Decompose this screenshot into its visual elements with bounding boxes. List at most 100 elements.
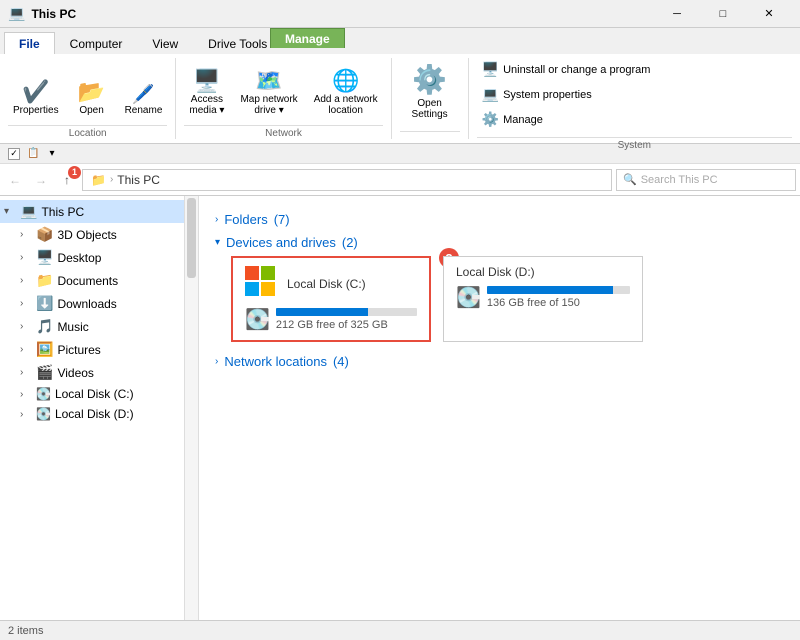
tab-computer[interactable]: Computer [55, 32, 138, 54]
network-group-label: Network [184, 125, 382, 139]
drives-section-header[interactable]: ▾ Devices and drives (2) [215, 235, 784, 250]
open-label: Open [79, 105, 103, 116]
expand-icon-3d: › [20, 229, 32, 240]
ribbon-group-system: 🖥️ Uninstall or change a program 💻 Syste… [469, 58, 800, 139]
properties-label: Properties [13, 105, 59, 116]
drive-c-free: 212 GB free of 325 GB [276, 319, 417, 331]
network-buttons: 🖥️ Accessmedia ▾ 🗺️ Map networkdrive ▾ 🌐… [184, 58, 382, 123]
settings-icon: ⚙️ [412, 63, 447, 96]
drive-d-card[interactable]: Local Disk (D:) 💽 136 GB free of 150 [443, 256, 643, 342]
window-icon: 💻 [8, 5, 25, 22]
tab-manage[interactable]: Manage [270, 28, 345, 48]
sidebar-scrollbar-thumb[interactable] [187, 198, 196, 278]
status-bar: 2 items [0, 620, 800, 640]
open-icon: 📂 [78, 81, 105, 103]
sidebar-label-localc: Local Disk (C:) [55, 387, 180, 401]
drives-count: (2) [342, 235, 358, 250]
properties-icon: ✔️ [22, 81, 49, 103]
manage-button[interactable]: ⚙️ Manage [477, 108, 656, 131]
map-network-button[interactable]: 🗺️ Map networkdrive ▾ [235, 67, 302, 119]
drive-d-inner: Local Disk (D:) [456, 265, 630, 279]
path-thispc: This PC [117, 173, 160, 187]
main-layout: ▾ 💻 This PC › 📦 3D Objects › 🖥️ Desktop … [0, 196, 800, 620]
properties-button[interactable]: ✔️ Properties [8, 78, 64, 119]
search-icon: 🔍 [623, 173, 637, 186]
system-content: 🖥️ Uninstall or change a program 💻 Syste… [477, 58, 656, 135]
drive-d-progress-bg [487, 286, 630, 294]
sidebar: ▾ 💻 This PC › 📦 3D Objects › 🖥️ Desktop … [0, 196, 185, 620]
sidebar-item-localc[interactable]: › 💽 Local Disk (C:) [0, 384, 184, 404]
forward-button[interactable]: → [30, 169, 52, 191]
content-area: › Folders (7) ▾ Devices and drives (2) [199, 196, 800, 620]
minimize-button[interactable]: ─ [654, 4, 700, 24]
address-bar: ← → ↑ 1 📁 › This PC 🔍 Search This PC [0, 164, 800, 196]
folders-chevron: › [215, 214, 218, 225]
3dobjects-icon: 📦 [36, 226, 53, 243]
drive-c-progress-bg [276, 308, 417, 316]
rename-button[interactable]: 🖊️ Rename [120, 82, 168, 119]
tab-view[interactable]: View [137, 32, 193, 54]
tab-file[interactable]: File [4, 32, 55, 54]
window-controls: ─ □ ✕ [654, 4, 792, 24]
tab-drive-tools[interactable]: Drive Tools [193, 32, 282, 54]
open-settings-content: ⚙️ OpenSettings [400, 58, 460, 129]
system-properties-icon: 💻 [482, 86, 499, 103]
open-settings-button[interactable]: ⚙️ OpenSettings [400, 58, 460, 125]
qat-btn-down[interactable]: ▾ [46, 147, 57, 160]
qat-check[interactable]: ✓ [8, 148, 20, 160]
network-count: (4) [333, 354, 349, 369]
system-properties-button[interactable]: 💻 System properties [477, 83, 656, 106]
drive-d-free: 136 GB free of 150 [487, 297, 630, 309]
up-badge: 1 [68, 166, 81, 179]
sidebar-item-thispc[interactable]: ▾ 💻 This PC [0, 200, 184, 223]
back-button[interactable]: ← [4, 169, 26, 191]
sidebar-item-documents[interactable]: › 📁 Documents [0, 269, 184, 292]
expand-icon-videos: › [20, 367, 32, 378]
add-network-button[interactable]: 🌐 Add a networklocation [309, 67, 383, 119]
sidebar-label-thispc: This PC [41, 205, 180, 219]
sidebar-item-pictures[interactable]: › 🖼️ Pictures [0, 338, 184, 361]
path-separator: › [110, 174, 113, 185]
rename-label: Rename [125, 105, 163, 116]
access-media-button[interactable]: 🖥️ Accessmedia ▾ [184, 67, 229, 119]
sidebar-item-locald[interactable]: › 💽 Local Disk (D:) [0, 404, 184, 424]
pictures-icon: 🖼️ [36, 341, 53, 358]
sidebar-item-3dobjects[interactable]: › 📦 3D Objects [0, 223, 184, 246]
map-network-label: Map networkdrive ▾ [240, 94, 297, 116]
ribbon-group-open-settings: ⚙️ OpenSettings [392, 58, 469, 139]
drive-d-name: Local Disk (D:) [456, 265, 535, 279]
drive-c-disk-icon: 💽 [245, 307, 270, 332]
sidebar-scrollbar[interactable] [185, 196, 199, 620]
network-section-header[interactable]: › Network locations (4) [215, 354, 784, 369]
drive-c-inner: Local Disk (C:) [245, 266, 417, 301]
address-path[interactable]: 📁 › This PC [82, 169, 612, 191]
music-icon: 🎵 [36, 318, 53, 335]
close-button[interactable]: ✕ [746, 4, 792, 24]
expand-icon-music: › [20, 321, 32, 332]
ribbon-tabs: File Computer View Drive Tools Manage [0, 28, 800, 54]
sidebar-item-downloads[interactable]: › ⬇️ Downloads [0, 292, 184, 315]
qat-btn-1[interactable]: 📋 [24, 147, 42, 160]
uninstall-button[interactable]: 🖥️ Uninstall or change a program [477, 58, 656, 81]
drive-c-card[interactable]: Local Disk (C:) 💽 212 GB free of 325 GB … [231, 256, 431, 342]
sidebar-item-desktop[interactable]: › 🖥️ Desktop [0, 246, 184, 269]
system-group-label [400, 131, 460, 145]
search-box[interactable]: 🔍 Search This PC [616, 169, 796, 191]
drives-label: Devices and drives [226, 235, 336, 250]
sidebar-item-videos[interactable]: › 🎬 Videos [0, 361, 184, 384]
uninstall-icon: 🖥️ [482, 61, 499, 78]
up-button[interactable]: ↑ 1 [56, 169, 78, 191]
folders-count: (7) [274, 212, 290, 227]
manage-label: Manage [503, 114, 543, 126]
folders-section-header[interactable]: › Folders (7) [215, 212, 784, 227]
sidebar-item-music[interactable]: › 🎵 Music [0, 315, 184, 338]
title-bar: 💻 This PC ─ □ ✕ [0, 0, 800, 28]
access-media-label: Accessmedia ▾ [189, 94, 224, 116]
rename-icon: 🖊️ [132, 85, 154, 103]
maximize-button[interactable]: □ [700, 4, 746, 24]
map-network-icon: 🗺️ [255, 70, 282, 92]
expand-icon-d: › [20, 409, 32, 420]
location-buttons: ✔️ Properties 📂 Open 🖊️ Rename [8, 58, 167, 123]
drive-c-icon-container [245, 266, 277, 301]
open-button[interactable]: 📂 Open [70, 78, 114, 119]
